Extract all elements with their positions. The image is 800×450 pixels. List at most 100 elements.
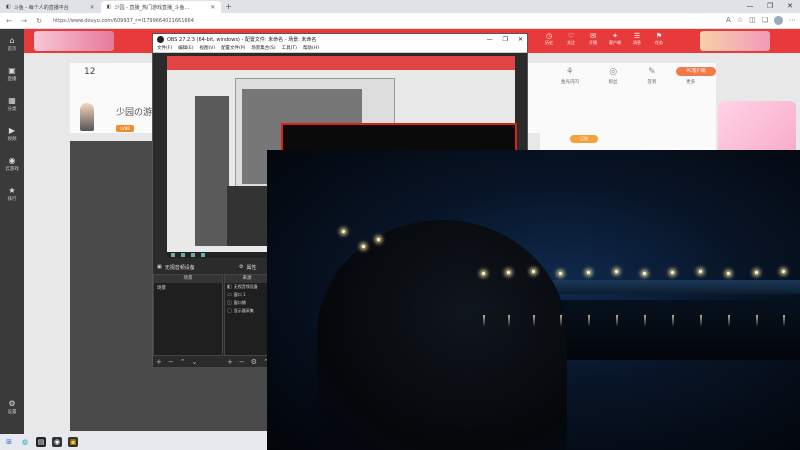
level-badge: LV88 [116,125,134,132]
maximize-button[interactable]: ❐ [760,0,780,12]
nested-header [167,56,515,70]
rail-item-home[interactable]: ⌂ 首页 [0,29,24,59]
menu-edit[interactable]: 编辑(E) [178,45,193,51]
sources-panel: 来源 ◧ 无视音频设备 ▭ 窗口 1 ◫ 窗口捕 ▢ 显示器采集 [224,274,270,356]
rail-item-ranking[interactable]: ★ 排行 [0,179,24,209]
pc-client-button[interactable]: PC客户端 [676,67,716,76]
source-item[interactable]: ▢ 显示器采集 [225,307,269,315]
add-source-button[interactable]: + [227,358,233,366]
refresh-icon[interactable]: ↻ [34,17,44,25]
menu-profile[interactable]: 配置文件(P) [221,45,245,51]
obs-logo-icon [157,35,164,43]
add-scene-button[interactable]: + [156,358,162,366]
scenes-panel: 场景 场景 [153,274,223,356]
nested-taskbar-icon [201,253,205,257]
rp-item[interactable]: ⚘ 金光闪闪 [561,67,579,85]
favorite-icon[interactable]: ☆ [737,16,743,25]
properties-dock-header: ⚙ 属性 [239,262,257,272]
scene-item[interactable]: 场景 [154,283,222,293]
rail-item-settings[interactable]: ⚙ 设置 [0,392,24,422]
capture-border-top [281,123,517,150]
obs-icon[interactable]: ◉ [52,437,62,447]
menu-tools[interactable]: 工具(T) [282,45,297,51]
menu-help[interactable]: 帮助(H) [303,45,319,51]
light-reflection [508,315,510,327]
rail-item-cloud-game[interactable]: ◉ 云游戏 [0,149,24,179]
close-button[interactable]: ✕ [518,36,523,43]
source-item[interactable]: ▭ 窗口 1 [225,291,269,299]
url-field[interactable]: https://www.douyu.com/609937_r=l17996640… [49,18,721,24]
remove-source-button[interactable]: − [239,358,245,366]
dock-title[interactable]: 属性 [246,264,256,271]
tab-room[interactable]: ◧ 少园 - 直播_热门游戏直播_斗鱼... ✕ [100,1,222,13]
tab-douyu-home[interactable]: ◧ 斗鱼 - 每个人的直播平台 ✕ [0,1,101,13]
rail-item-live[interactable]: ▣ 直播 [0,59,24,89]
camera-feed [267,150,800,450]
app-icon[interactable]: ▣ [68,437,78,447]
move-down-button[interactable]: ⌄ [192,358,198,366]
light-reflection [756,315,758,327]
rp-item[interactable]: ◎ 粉丝 [609,67,618,85]
gear-icon[interactable]: ⚙ [239,264,243,270]
profile-avatar[interactable] [774,16,783,25]
header-banner-right[interactable] [700,31,770,51]
follow-button[interactable]: ♡ 关注 [562,32,580,46]
messages-icon: ☰ [633,32,641,40]
rp-label: 签到 [647,80,657,85]
forward-icon[interactable]: → [19,17,29,25]
messages-button[interactable]: ☰ 消息 [628,32,646,46]
source-settings-icon[interactable]: ⚙ [251,358,257,366]
menu-view[interactable]: 视图(V) [199,45,215,51]
move-up-button[interactable]: ⌃ [180,358,186,366]
left-rail: ⌂ 首页 ▣ 直播 ▦ 分类 ▶ 视频 ◉ 云游戏 ★ 排行 ⚙ 设置 [0,29,24,434]
close-window-button[interactable]: ✕ [780,0,800,12]
rail-item-video[interactable]: ▶ 视频 [0,119,24,149]
hicon-label: 消息 [633,40,641,45]
maximize-button[interactable]: ❐ [503,36,508,43]
rail-item-category[interactable]: ▦ 分类 [0,89,24,119]
minimize-button[interactable]: — [740,0,760,12]
more-icon[interactable]: ⋯ [789,16,796,25]
back-icon[interactable]: ← [4,17,14,25]
close-icon[interactable]: ✕ [210,4,215,11]
tab-label: 少园 - 直播_热门游戏直播_斗鱼... [114,4,190,11]
rail-label: 视频 [7,137,17,142]
history-button[interactable]: ◷ 历史 [540,32,558,46]
split-screen-icon[interactable]: ◫ [749,16,756,25]
obs-titlebar: OBS 27.2.3 (64-bit, windows) - 配置文件: 未命名… [153,34,527,44]
ranking-icon: ★ [8,186,16,195]
light-reflection [672,315,674,327]
remove-scene-button[interactable]: − [168,358,174,366]
tab-label: 斗鱼 - 每个人的直播平台 [13,4,69,11]
streamer-avatar[interactable] [80,103,94,131]
dock-title: 无视音频设备 [164,264,195,271]
hicon-label: 开播 [589,40,597,45]
minimize-button[interactable]: — [487,36,493,43]
windows-start-icon[interactable]: ⊞ [4,437,14,447]
bridge-light [699,270,702,273]
obs-window-controls: — ❐ ✕ [487,36,523,43]
menu-file[interactable]: 文件(F) [157,45,172,51]
menu-scene-collection[interactable]: 场景集合(S) [251,45,275,51]
rail-label: 云游戏 [5,167,19,172]
subscribe-button[interactable]: 订阅 [570,135,598,143]
header-banner-left[interactable] [34,31,114,51]
file-explorer-icon[interactable]: ▤ [36,437,46,447]
hicon-label: 任务 [655,40,663,45]
gift-icon: ⚘ [565,67,574,77]
window-icon: ▭ [227,292,232,298]
flag-icon: ⚑ [655,32,663,40]
bridge-light [615,270,618,273]
new-tab-button[interactable]: + [221,2,236,11]
tasks-button[interactable]: ⚑ 任务 [650,32,668,46]
close-icon[interactable]: ✕ [90,4,95,11]
rp-item[interactable]: ✎ 签到 [647,67,656,85]
source-item[interactable]: ◫ 窗口捕 [225,299,269,307]
read-aloud-icon[interactable]: A [726,16,731,25]
light-reflection [560,315,562,327]
client-button[interactable]: ✦ 客户端 [606,32,624,46]
edge-icon[interactable]: ◍ [20,437,30,447]
broadcast-button[interactable]: ✉ 开播 [584,32,602,46]
source-item[interactable]: ◧ 无视音频设备 [225,283,269,291]
collections-icon[interactable]: ❏ [762,16,768,25]
